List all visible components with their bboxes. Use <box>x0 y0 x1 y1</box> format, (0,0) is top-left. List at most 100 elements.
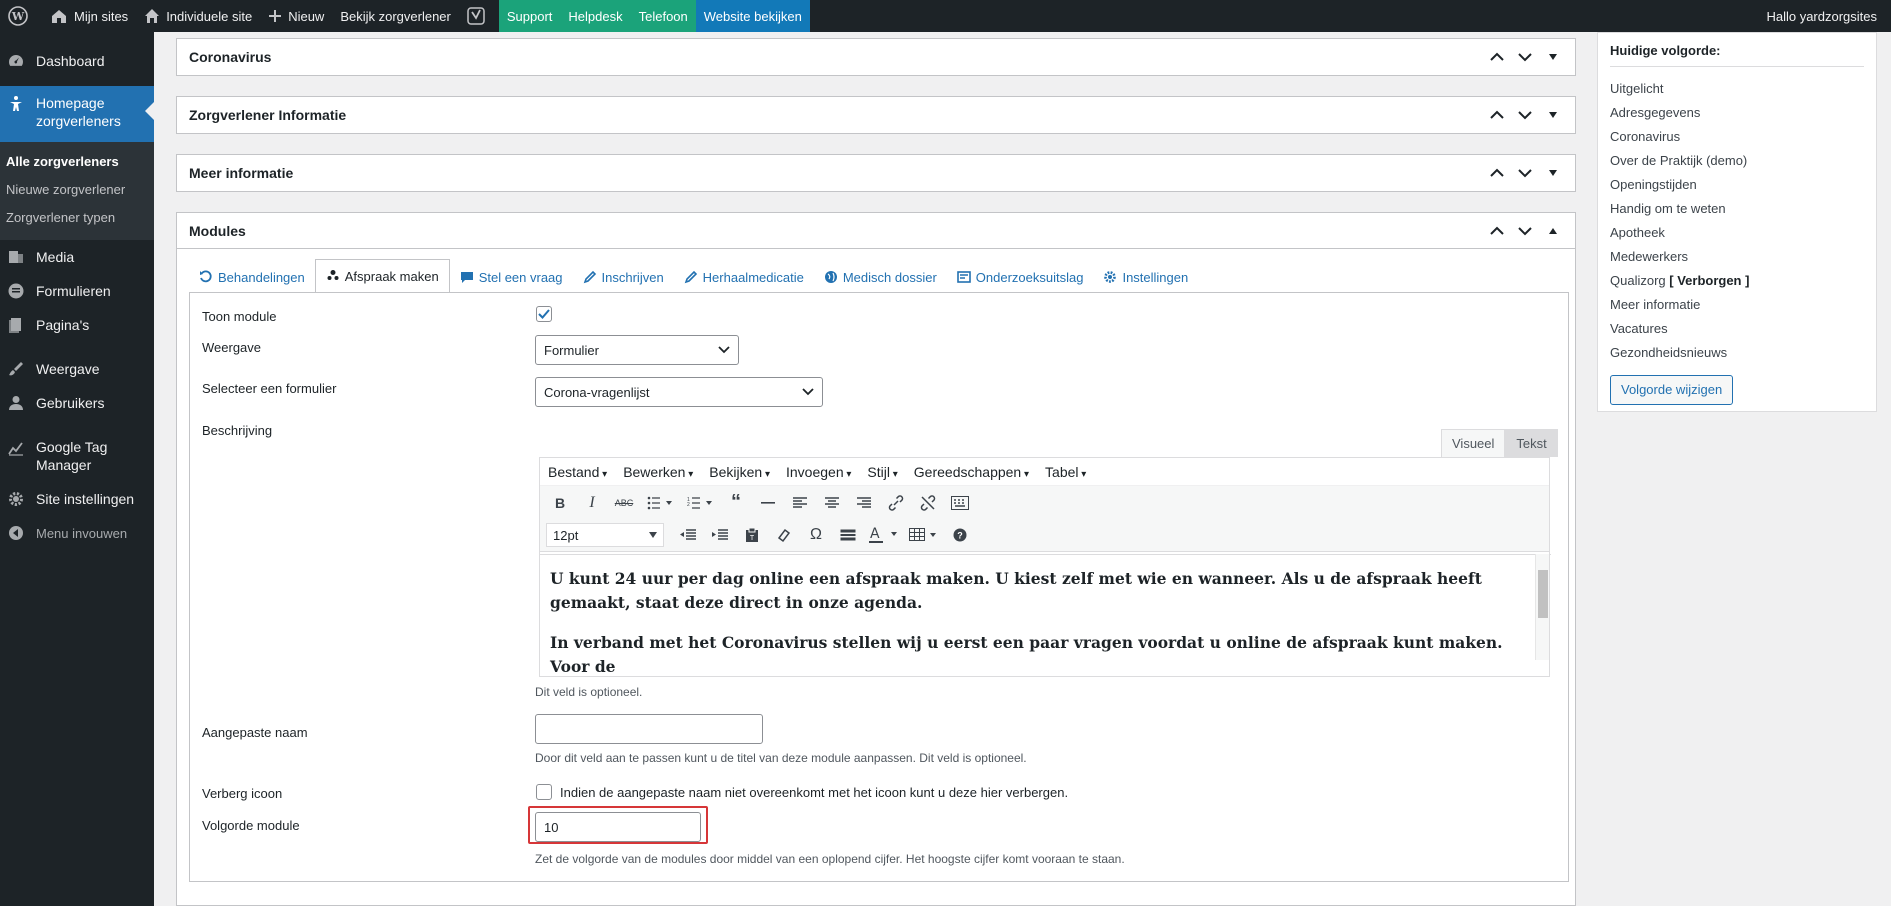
new-menu[interactable]: Nieuw <box>260 0 332 32</box>
menu-media[interactable]: Media <box>0 240 154 274</box>
tab-medisch-dossier[interactable]: Medisch dossier <box>814 261 947 293</box>
move-up-icon[interactable] <box>1487 163 1507 183</box>
order-item: Uitgelicht <box>1610 81 1664 96</box>
view-provider-link[interactable]: Bekijk zorgverlener <box>332 0 459 32</box>
chevron-down-icon <box>718 346 730 354</box>
help-icon[interactable]: ? <box>946 522 974 548</box>
yoast-menu[interactable] <box>459 0 499 32</box>
font-size-select[interactable]: 12pt <box>546 523 664 547</box>
tab-afspraak-maken[interactable]: Afspraak maken <box>314 259 450 293</box>
menu-dashboard[interactable]: Dashboard <box>0 44 154 78</box>
box-modules-header[interactable]: Modules <box>177 213 1575 249</box>
clear-formatting-icon[interactable] <box>770 522 798 548</box>
svg-text:2: 2 <box>687 502 690 508</box>
globe-icon <box>824 271 837 283</box>
numbered-list-icon[interactable]: 12 <box>682 490 718 516</box>
tab-instellingen[interactable]: Instellingen <box>1093 261 1198 293</box>
aangepaste-naam-label: Aangepaste naam <box>202 725 308 740</box>
move-up-icon[interactable] <box>1487 47 1507 67</box>
tab-behandelingen[interactable]: Behandelingen <box>189 261 315 293</box>
telefoon-link[interactable]: Telefoon <box>630 0 696 32</box>
horizontal-line-icon[interactable] <box>754 490 782 516</box>
verberg-icoon-checkbox[interactable] <box>536 784 552 800</box>
order-item: Adresgegevens <box>1610 105 1701 120</box>
toon-module-checkbox[interactable] <box>536 306 552 322</box>
table-icon[interactable] <box>906 522 942 548</box>
keyboard-icon[interactable] <box>946 490 974 516</box>
editor-scrollbar[interactable] <box>1535 554 1549 660</box>
toggle-up-icon[interactable] <box>1543 221 1563 241</box>
indent-icon[interactable] <box>706 522 734 548</box>
menu-tabel[interactable]: Tabel <box>1045 464 1086 480</box>
media-embed-icon[interactable] <box>834 522 862 548</box>
support-link[interactable]: Support <box>498 0 561 32</box>
main-content: Coronavirus Zorgverlener Informatie Meer… <box>154 32 1576 906</box>
tab-herhaalmedicatie[interactable]: Herhaalmedicatie <box>674 261 814 293</box>
toggle-icon[interactable] <box>1543 47 1563 67</box>
move-down-icon[interactable] <box>1515 105 1535 125</box>
link-icon[interactable] <box>882 490 910 516</box>
box-meer-header[interactable]: Meer informatie <box>177 155 1575 191</box>
tab-stel-een-vraag[interactable]: Stel een vraag <box>450 261 573 293</box>
toggle-icon[interactable] <box>1543 163 1563 183</box>
menu-bewerken[interactable]: Bewerken <box>623 464 693 480</box>
menu-gereedschappen[interactable]: Gereedschappen <box>914 464 1029 480</box>
menu-collapse[interactable]: Menu invouwen <box>0 516 154 550</box>
submenu-zorgverlener-typen[interactable]: Zorgverlener typen <box>0 204 154 232</box>
helpdesk-link[interactable]: Helpdesk <box>560 0 631 32</box>
menu-bekijken[interactable]: Bekijken <box>709 464 770 480</box>
forms-icon <box>6 281 26 301</box>
menu-google-tag-manager[interactable]: Google Tag Manager <box>0 430 154 482</box>
menu-bestand[interactable]: Bestand <box>548 464 607 480</box>
menu-stijl[interactable]: Stijl <box>867 464 897 480</box>
selecteer-formulier-label: Selecteer een formulier <box>202 381 337 396</box>
scrollbar-thumb[interactable] <box>1538 570 1548 618</box>
my-sites-menu[interactable]: Mijn sites <box>42 0 136 32</box>
menu-homepage-zorgverleners[interactable]: Homepage zorgverleners <box>0 86 154 142</box>
change-order-button[interactable]: Volgorde wijzigen <box>1610 375 1734 405</box>
align-center-icon[interactable] <box>818 490 846 516</box>
special-character-icon[interactable]: Ω <box>802 522 830 548</box>
toggle-icon[interactable] <box>1543 105 1563 125</box>
menu-site-instellingen[interactable]: Site instellingen <box>0 482 154 516</box>
submenu-alle-zorgverleners[interactable]: Alle zorgverleners <box>0 148 154 176</box>
tab-tekst[interactable]: Tekst <box>1505 429 1558 457</box>
bold-icon[interactable]: B <box>546 490 574 516</box>
move-down-icon[interactable] <box>1515 47 1535 67</box>
move-up-icon[interactable] <box>1487 221 1507 241</box>
box-coronavirus-header[interactable]: Coronavirus <box>177 39 1575 75</box>
move-down-icon[interactable] <box>1515 163 1535 183</box>
bullet-list-icon[interactable] <box>642 490 678 516</box>
align-left-icon[interactable] <box>786 490 814 516</box>
blockquote-icon[interactable]: “ <box>722 490 750 516</box>
submenu-nieuwe-zorgverlener[interactable]: Nieuwe zorgverlener <box>0 176 154 204</box>
tab-visueel[interactable]: Visueel <box>1441 429 1506 457</box>
tab-inschrijven[interactable]: Inschrijven <box>573 261 674 293</box>
tab-onderzoeksuitslag[interactable]: Onderzoeksuitslag <box>947 261 1094 293</box>
italic-icon[interactable]: I <box>578 490 606 516</box>
menu-formulieren[interactable]: Formulieren <box>0 274 154 308</box>
unlink-icon[interactable] <box>914 490 942 516</box>
text-color-icon[interactable]: A <box>866 522 902 548</box>
menu-invoegen[interactable]: Invoegen <box>786 464 851 480</box>
formulier-select[interactable]: Corona-vragenlijst <box>535 377 823 407</box>
admin-sidebar: Dashboard Homepage zorgverleners Alle zo… <box>0 32 154 906</box>
wordpress-logo[interactable]: W <box>0 0 42 32</box>
outdent-icon[interactable] <box>674 522 702 548</box>
weergave-select[interactable]: Formulier <box>535 335 739 365</box>
menu-gebruikers[interactable]: Gebruikers <box>0 386 154 420</box>
menu-weergave[interactable]: Weergave <box>0 352 154 386</box>
account-menu[interactable]: Hallo yardzorgsites <box>1758 0 1891 32</box>
move-down-icon[interactable] <box>1515 221 1535 241</box>
site-menu[interactable]: Individuele site <box>136 0 260 32</box>
menu-paginas[interactable]: Pagina's <box>0 308 154 342</box>
strikethrough-icon[interactable]: ABC <box>610 490 638 516</box>
move-up-icon[interactable] <box>1487 105 1507 125</box>
paste-text-icon[interactable]: T <box>738 522 766 548</box>
wordpress-icon: W <box>8 6 28 26</box>
box-info-header[interactable]: Zorgverlener Informatie <box>177 97 1575 133</box>
align-right-icon[interactable] <box>850 490 878 516</box>
editor-content[interactable]: U kunt 24 uur per dag online een afspraa… <box>540 554 1551 674</box>
view-website-link[interactable]: Website bekijken <box>695 0 810 32</box>
aangepaste-naam-input[interactable] <box>535 714 763 744</box>
